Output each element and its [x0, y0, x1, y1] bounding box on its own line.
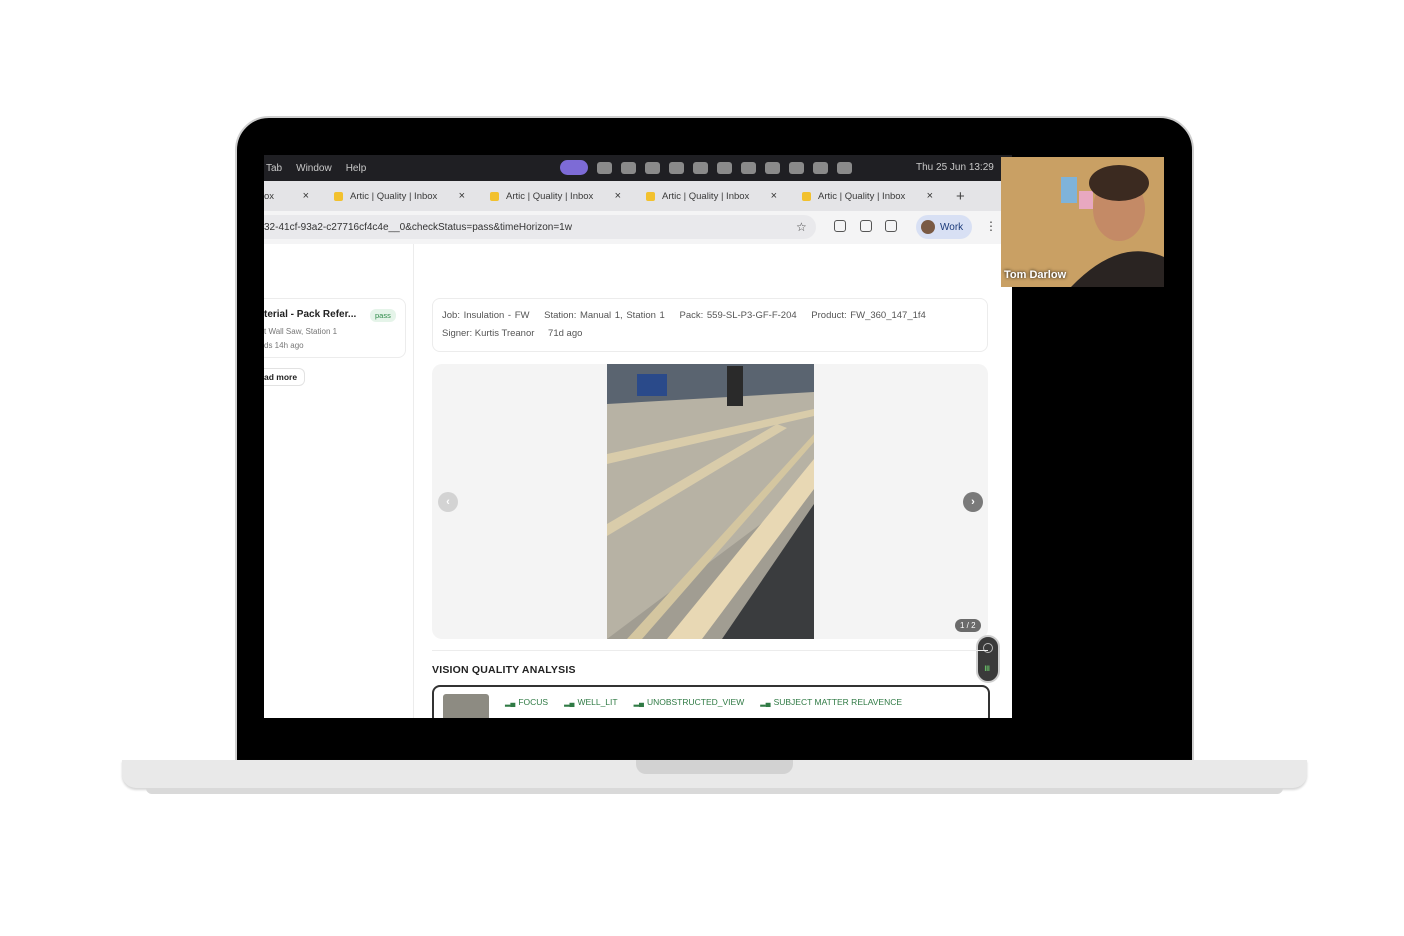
- menu-help[interactable]: Help: [346, 163, 367, 174]
- signal-icon: ▂▄: [760, 700, 771, 707]
- vision-analysis-card[interactable]: ▂▄ FOCUS ▂▄ WELL_LIT ▂▄ UNOBSTRUCTED_VIEW ▂…: [432, 685, 990, 718]
- tab-label: ox: [264, 190, 275, 202]
- analysis-tags: ▂▄ FOCUS ▂▄ WELL_LIT ▂▄ UNOBSTRUCTED_VIEW ▂…: [505, 697, 902, 707]
- avatar: [921, 220, 935, 234]
- analysis-thumbnail[interactable]: [443, 694, 489, 718]
- section-title: VISION QUALITY ANALYSIS: [432, 664, 576, 676]
- pack-label: Pack: 559-SL-P3-GF-F-204: [679, 310, 797, 321]
- tab-label: Artic | Quality | Inbox: [350, 190, 438, 202]
- browser-tab[interactable]: Artic | Quality | Inbox ×: [476, 181, 632, 211]
- tray-icon[interactable]: [813, 161, 828, 174]
- favicon-icon: [490, 191, 499, 201]
- laptop-mockup: Tab Window Help Thu 25 Jun 13:29 ox × Ar…: [0, 0, 1404, 936]
- tray-icon[interactable]: [717, 161, 732, 174]
- browser-tab[interactable]: Artic | Quality | Inbox ×: [788, 181, 944, 211]
- more-menu-icon[interactable]: ⋮: [985, 219, 997, 233]
- tray-icon[interactable]: [669, 161, 684, 174]
- close-icon[interactable]: ×: [459, 190, 465, 202]
- quality-tag-label: SUBJECT MATTER RELAVENCE: [773, 697, 903, 707]
- menu-window[interactable]: Window: [296, 163, 332, 174]
- divider: [432, 650, 988, 651]
- tab-label: Artic | Quality | Inbox: [662, 190, 750, 202]
- address-bar[interactable]: 32-41cf-93a2-c27716cf4c4e__0&checkStatus…: [264, 215, 816, 239]
- tray-icon[interactable]: [645, 161, 660, 174]
- extensions-puzzle-icon[interactable]: [885, 220, 897, 232]
- quality-tag-label: WELL_LIT: [577, 697, 618, 707]
- recording-widget[interactable]: ııı: [976, 635, 1000, 683]
- list-item[interactable]: terial - Pack Refer... pass t Wall Saw, …: [264, 298, 406, 358]
- laptop-notch: [636, 760, 793, 774]
- tray-icon[interactable]: [693, 161, 708, 174]
- tab-label: Artic | Quality | Inbox: [506, 190, 594, 202]
- tray-icon[interactable]: [621, 161, 636, 174]
- signer-label: Signer: Kurtis Treanor: [442, 328, 535, 339]
- tray-icon[interactable]: [597, 161, 612, 174]
- age-label: 71d ago: [548, 328, 583, 339]
- profile-label: Work: [940, 221, 964, 233]
- page-content: terial - Pack Refer... pass t Wall Saw, …: [264, 244, 1012, 718]
- browser-tab[interactable]: ox ×: [264, 181, 320, 211]
- inspection-photo[interactable]: [607, 364, 814, 639]
- favicon-icon: [646, 191, 655, 201]
- quality-tag: ▂▄ SUBJECT MATTER RELAVENCE: [760, 697, 902, 707]
- tray-icon[interactable]: [765, 161, 780, 174]
- read-more-button[interactable]: ad more: [264, 368, 306, 386]
- extension-icon[interactable]: [834, 220, 846, 232]
- tray-icon[interactable]: [741, 161, 756, 174]
- inbox-list: terial - Pack Refer... pass t Wall Saw, …: [264, 244, 414, 718]
- close-icon[interactable]: ×: [615, 190, 621, 202]
- close-icon[interactable]: ×: [303, 190, 309, 202]
- close-icon[interactable]: ×: [927, 190, 933, 202]
- settings-icon[interactable]: [983, 643, 993, 653]
- image-carousel: ‹ › 1 / 2: [432, 364, 988, 639]
- quality-tag-label: FOCUS: [518, 697, 549, 707]
- url-text: 32-41cf-93a2-c27716cf4c4e__0&checkStatus…: [264, 221, 572, 233]
- browser-tab[interactable]: Artic | Quality | Inbox ×: [320, 181, 476, 211]
- quality-tag-label: UNOBSTRUCTED_VIEW: [646, 697, 745, 707]
- profile-button[interactable]: Work: [916, 215, 972, 239]
- browser-tab[interactable]: Artic | Quality | Inbox ×: [632, 181, 788, 211]
- menubar-clock[interactable]: Thu 25 Jun 13:29: [916, 162, 994, 173]
- carousel-prev-button[interactable]: ‹: [438, 492, 458, 512]
- list-item-station: t Wall Saw, Station 1: [264, 327, 338, 336]
- video-call-tile[interactable]: Tom Darlow: [1001, 157, 1164, 287]
- participant-name: Tom Darlow: [1004, 269, 1067, 281]
- signal-icon: ▂▄: [633, 700, 644, 707]
- screen: Tab Window Help Thu 25 Jun 13:29 ox × Ar…: [264, 155, 1012, 718]
- tray-icon[interactable]: [789, 161, 804, 174]
- signal-icon: ▂▄: [564, 700, 575, 707]
- quality-tag: ▂▄ WELL_LIT: [564, 697, 618, 707]
- bookmark-star-icon[interactable]: ☆: [796, 220, 807, 234]
- extension-icon[interactable]: [860, 220, 872, 232]
- quality-tag: ▂▄ FOCUS: [505, 697, 548, 707]
- check-metadata: Job: Insulation - FW Station: Manual 1, …: [432, 298, 988, 352]
- status-tray: [560, 160, 852, 175]
- laptop-base-shadow: [146, 788, 1283, 794]
- menu-tab[interactable]: Tab: [266, 163, 282, 174]
- mac-menubar: Tab Window Help Thu 25 Jun 13:29: [264, 155, 1012, 181]
- list-item-title: terial - Pack Refer...: [264, 309, 357, 320]
- status-badge: pass: [370, 309, 396, 322]
- favicon-icon: [334, 191, 343, 201]
- browser-toolbar: 32-41cf-93a2-c27716cf4c4e__0&checkStatus…: [264, 211, 1012, 244]
- carousel-counter: 1 / 2: [955, 619, 981, 632]
- list-item-time: ds 14h ago: [264, 341, 304, 350]
- station-label: Station: Manual 1, Station 1: [544, 310, 665, 321]
- favicon-icon: [802, 191, 811, 201]
- quality-tag: ▂▄ UNOBSTRUCTED_VIEW: [634, 697, 745, 707]
- browser-tabbar: ox × Artic | Quality | Inbox × Artic | Q…: [264, 181, 1012, 211]
- signal-icon: ▂▄: [505, 700, 516, 707]
- carousel-next-button[interactable]: ›: [963, 492, 983, 512]
- tray-icon[interactable]: [837, 161, 852, 174]
- new-tab-button[interactable]: +: [956, 188, 965, 205]
- product-label: Product: FW_360_147_1f4: [811, 310, 926, 321]
- screen-share-icon[interactable]: [560, 160, 588, 175]
- close-icon[interactable]: ×: [771, 190, 777, 202]
- job-label: Job: Insulation - FW: [442, 310, 530, 321]
- tab-label: Artic | Quality | Inbox: [818, 190, 906, 202]
- audio-level-icon: ııı: [984, 663, 990, 674]
